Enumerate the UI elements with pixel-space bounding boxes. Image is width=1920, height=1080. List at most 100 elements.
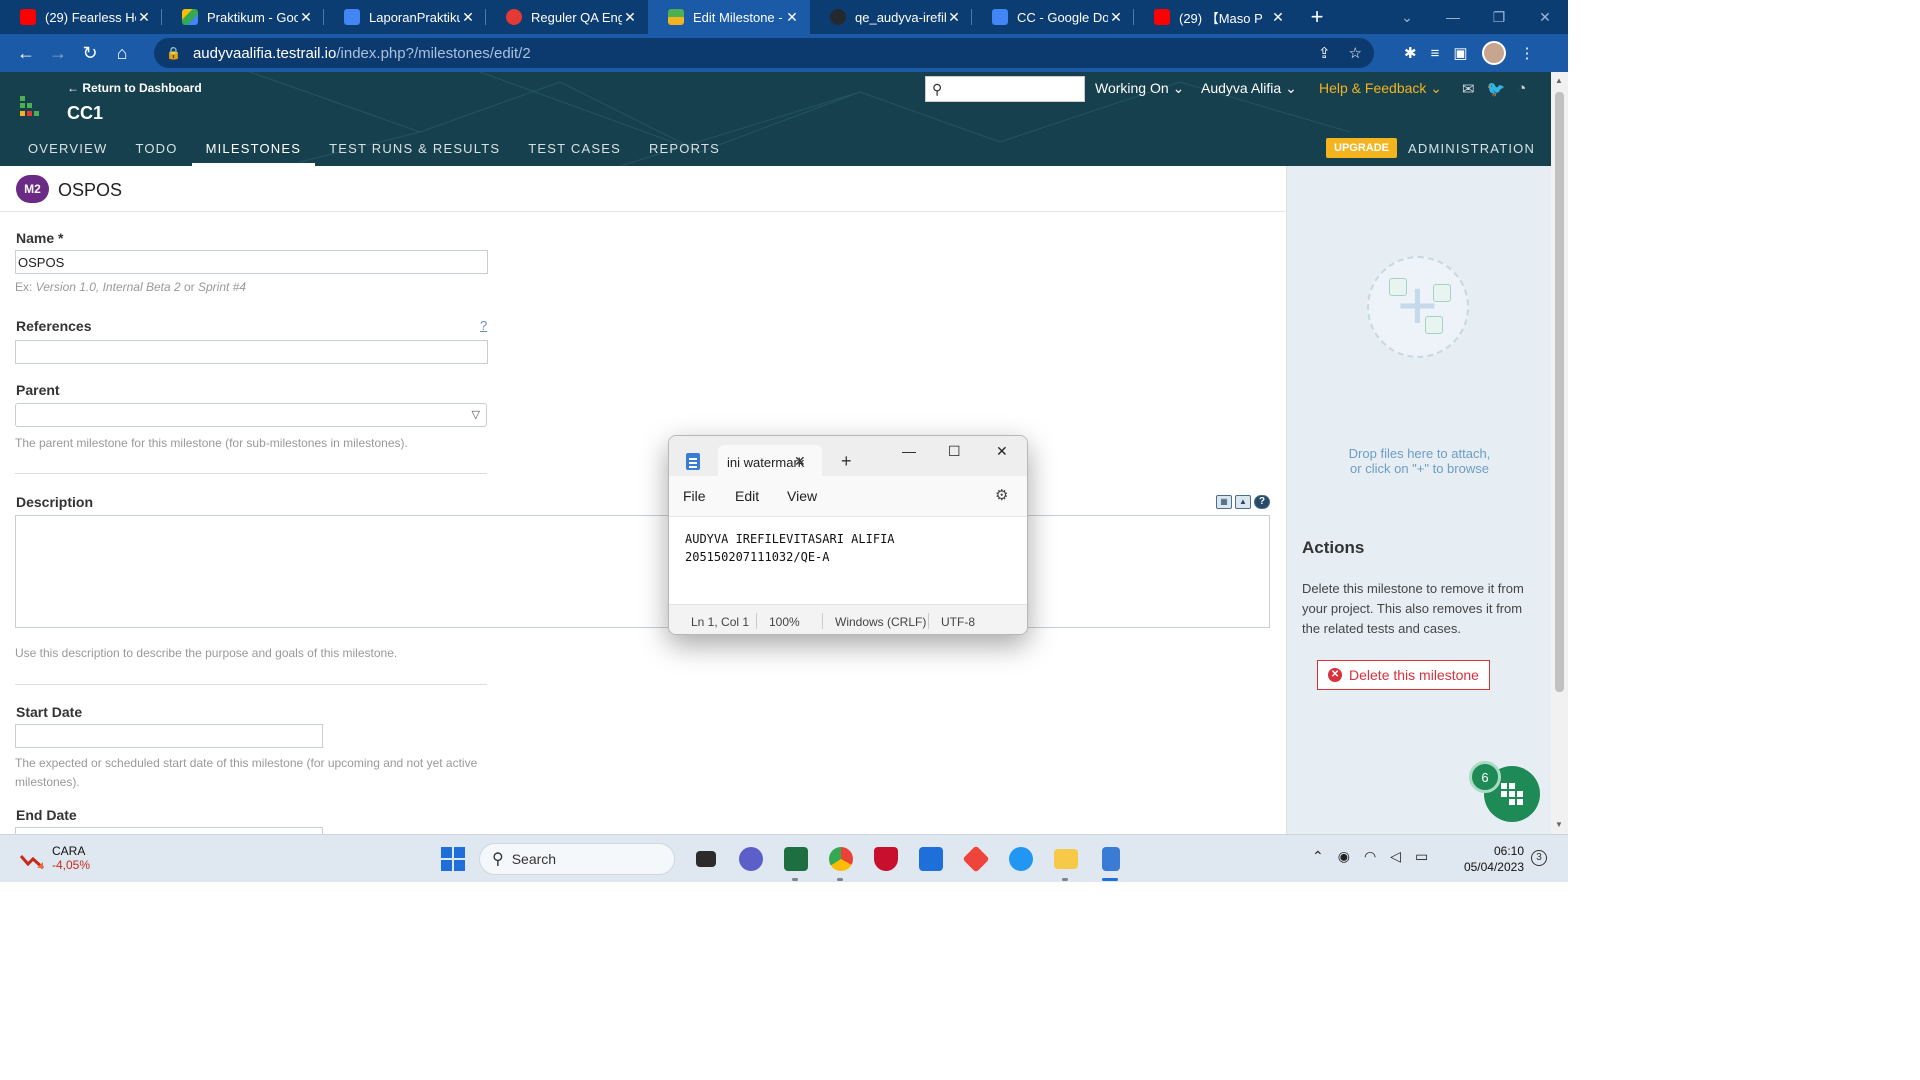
close-tab-icon[interactable]: ✕ bbox=[794, 453, 806, 470]
attachment-drop-zone[interactable]: + bbox=[1367, 256, 1469, 358]
add-attachment-icon[interactable]: + bbox=[1397, 270, 1438, 340]
forward-icon[interactable]: → bbox=[42, 37, 74, 69]
rss-icon[interactable]: ◔ bbox=[1517, 80, 1526, 98]
url-input[interactable]: 🔒 audyvaalifia.testrail.io/index.php?/mi… bbox=[154, 38, 1374, 68]
tab-search-icon[interactable]: ⌄ bbox=[1384, 9, 1430, 26]
search-input[interactable]: ⚲ bbox=[925, 76, 1085, 102]
minimize-icon[interactable]: — bbox=[1430, 9, 1476, 25]
start-date-field[interactable] bbox=[15, 724, 323, 748]
notepad-tab[interactable]: ini watermark bbox=[718, 445, 822, 477]
close-icon[interactable]: ✕ bbox=[1270, 9, 1286, 26]
scroll-up-icon[interactable]: ▲ bbox=[1555, 76, 1563, 85]
notepad-text-area[interactable]: AUDYVA IREFILEVITASARI ALIFIA 2051502071… bbox=[669, 516, 1027, 604]
close-icon[interactable]: ✕ bbox=[460, 9, 476, 26]
close-icon[interactable]: ✕ bbox=[298, 9, 314, 26]
end-date-field[interactable] bbox=[15, 827, 323, 834]
table-icon[interactable]: ▦ bbox=[1216, 495, 1232, 509]
reload-icon[interactable]: ↻ bbox=[74, 37, 106, 69]
chat-app[interactable] bbox=[728, 843, 773, 875]
clock[interactable]: 06:10 05/04/2023 bbox=[1462, 843, 1524, 875]
security-icon[interactable]: ◉ bbox=[1338, 848, 1350, 865]
menu-file[interactable]: File bbox=[683, 488, 706, 504]
user-menu[interactable]: Audyva Alifia ⌄ bbox=[1201, 80, 1297, 97]
scroll-down-icon[interactable]: ▼ bbox=[1555, 820, 1563, 829]
anydesk-app[interactable] bbox=[953, 843, 998, 875]
volume-icon[interactable]: ◁ bbox=[1390, 848, 1401, 865]
return-to-dashboard-link[interactable]: ← Return to Dashboard bbox=[67, 81, 202, 95]
close-icon[interactable]: ✕ bbox=[784, 9, 800, 26]
close-icon[interactable]: ✕ bbox=[622, 9, 638, 26]
minimize-icon[interactable]: — bbox=[902, 443, 916, 459]
extensions-icon[interactable]: ✱ bbox=[1404, 44, 1417, 62]
help-app[interactable] bbox=[998, 843, 1043, 875]
side-panel-icon[interactable]: ▣ bbox=[1453, 44, 1467, 62]
notifications-badge[interactable]: 3 bbox=[1531, 850, 1547, 866]
administration-link[interactable]: ADMINISTRATION bbox=[1408, 141, 1535, 156]
working-on-menu[interactable]: Working On ⌄ bbox=[1095, 80, 1184, 97]
restore-icon[interactable]: ❐ bbox=[1476, 9, 1522, 26]
mcafee-app[interactable] bbox=[863, 843, 908, 875]
new-tab-button[interactable]: + bbox=[1302, 0, 1332, 34]
help-icon[interactable]: ? bbox=[1254, 495, 1270, 509]
file-explorer-app[interactable] bbox=[1043, 843, 1088, 881]
profile-avatar[interactable] bbox=[1481, 41, 1506, 65]
store-app[interactable] bbox=[908, 843, 953, 875]
parent-select[interactable]: ▽ bbox=[15, 403, 487, 427]
image-icon[interactable]: ▲ bbox=[1235, 495, 1251, 509]
gear-icon[interactable]: ⚙ bbox=[995, 486, 1008, 504]
menu-kebab-icon[interactable]: ⋮ bbox=[1520, 44, 1535, 62]
mail-icon[interactable]: ✉ bbox=[1462, 80, 1475, 98]
chrome-app[interactable] bbox=[818, 843, 863, 881]
lock-icon[interactable]: 🔒 bbox=[166, 46, 181, 60]
taskbar-search[interactable]: ⚲ Search bbox=[479, 843, 675, 875]
browser-tab[interactable]: CC - Google Docs ✕ bbox=[972, 0, 1134, 34]
scrollbar-thumb[interactable] bbox=[1555, 92, 1564, 692]
delete-milestone-button[interactable]: ✕ Delete this milestone bbox=[1317, 660, 1490, 690]
stock-widget[interactable]: CARA -4,05% bbox=[20, 844, 90, 872]
close-window-icon[interactable]: ✕ bbox=[1522, 9, 1568, 26]
share-icon[interactable]: ⇪ bbox=[1318, 44, 1331, 62]
description-field[interactable] bbox=[15, 515, 1270, 628]
testrail-logo[interactable] bbox=[20, 96, 40, 116]
new-tab-icon[interactable]: + bbox=[841, 451, 852, 472]
notepad-titlebar[interactable]: ini watermark ✕ + — ☐ ✕ bbox=[669, 436, 1027, 477]
browser-tab[interactable]: Reguler QA Engineer ✕ bbox=[486, 0, 648, 34]
close-window-icon[interactable]: ✕ bbox=[996, 443, 1008, 460]
upgrade-button[interactable]: UPGRADE bbox=[1326, 138, 1398, 158]
tab-reports[interactable]: REPORTS bbox=[635, 134, 734, 166]
battery-icon[interactable]: ▭ bbox=[1415, 848, 1428, 865]
bookmark-star-icon[interactable]: ☆ bbox=[1349, 44, 1362, 62]
browser-tab-active[interactable]: Edit Milestone - T ✕ bbox=[648, 0, 810, 34]
notification-count-badge[interactable]: 6 bbox=[1469, 761, 1501, 793]
browser-tab[interactable]: LaporanPraktikum ✕ bbox=[324, 0, 486, 34]
close-icon[interactable]: ✕ bbox=[946, 9, 962, 26]
help-feedback-menu[interactable]: Help & Feedback ⌄ bbox=[1319, 80, 1442, 97]
tab-test-cases[interactable]: TEST CASES bbox=[514, 134, 635, 166]
browser-tab[interactable]: Praktikum - Google ✕ bbox=[162, 0, 324, 34]
page-scrollbar[interactable]: ▲ ▼ bbox=[1551, 72, 1568, 834]
name-field[interactable]: OSPOS bbox=[15, 250, 488, 274]
tab-overview[interactable]: OVERVIEW bbox=[14, 134, 121, 166]
excel-app[interactable] bbox=[773, 843, 818, 881]
browser-tab[interactable]: (29) 【Maso P ✕ bbox=[1134, 0, 1296, 34]
tab-milestones[interactable]: MILESTONES bbox=[191, 134, 316, 166]
tab-test-runs-results[interactable]: TEST RUNS & RESULTS bbox=[315, 134, 514, 166]
twitter-icon[interactable]: 🐦 bbox=[1487, 80, 1506, 98]
maximize-icon[interactable]: ☐ bbox=[948, 443, 961, 460]
media-icon[interactable]: ≡ bbox=[1431, 45, 1440, 62]
start-button[interactable] bbox=[430, 843, 475, 875]
chevron-up-icon[interactable]: ⌃ bbox=[1312, 848, 1324, 865]
back-icon[interactable]: ← bbox=[10, 37, 42, 69]
browser-tab[interactable]: qe_audyva-irefile ✕ bbox=[810, 0, 972, 34]
menu-edit[interactable]: Edit bbox=[735, 488, 759, 504]
tab-todo[interactable]: TODO bbox=[121, 134, 191, 166]
references-help-link[interactable]: ? bbox=[480, 318, 487, 333]
notepad-app[interactable] bbox=[1088, 843, 1133, 881]
close-icon[interactable]: ✕ bbox=[136, 9, 152, 26]
wifi-icon[interactable]: ◠ bbox=[1364, 848, 1376, 865]
references-field[interactable] bbox=[15, 340, 488, 364]
task-view-button[interactable] bbox=[683, 843, 728, 875]
home-icon[interactable]: ⌂ bbox=[106, 37, 138, 69]
close-icon[interactable]: ✕ bbox=[1108, 9, 1124, 26]
browser-tab[interactable]: (29) Fearless Hero ✕ bbox=[0, 0, 162, 34]
